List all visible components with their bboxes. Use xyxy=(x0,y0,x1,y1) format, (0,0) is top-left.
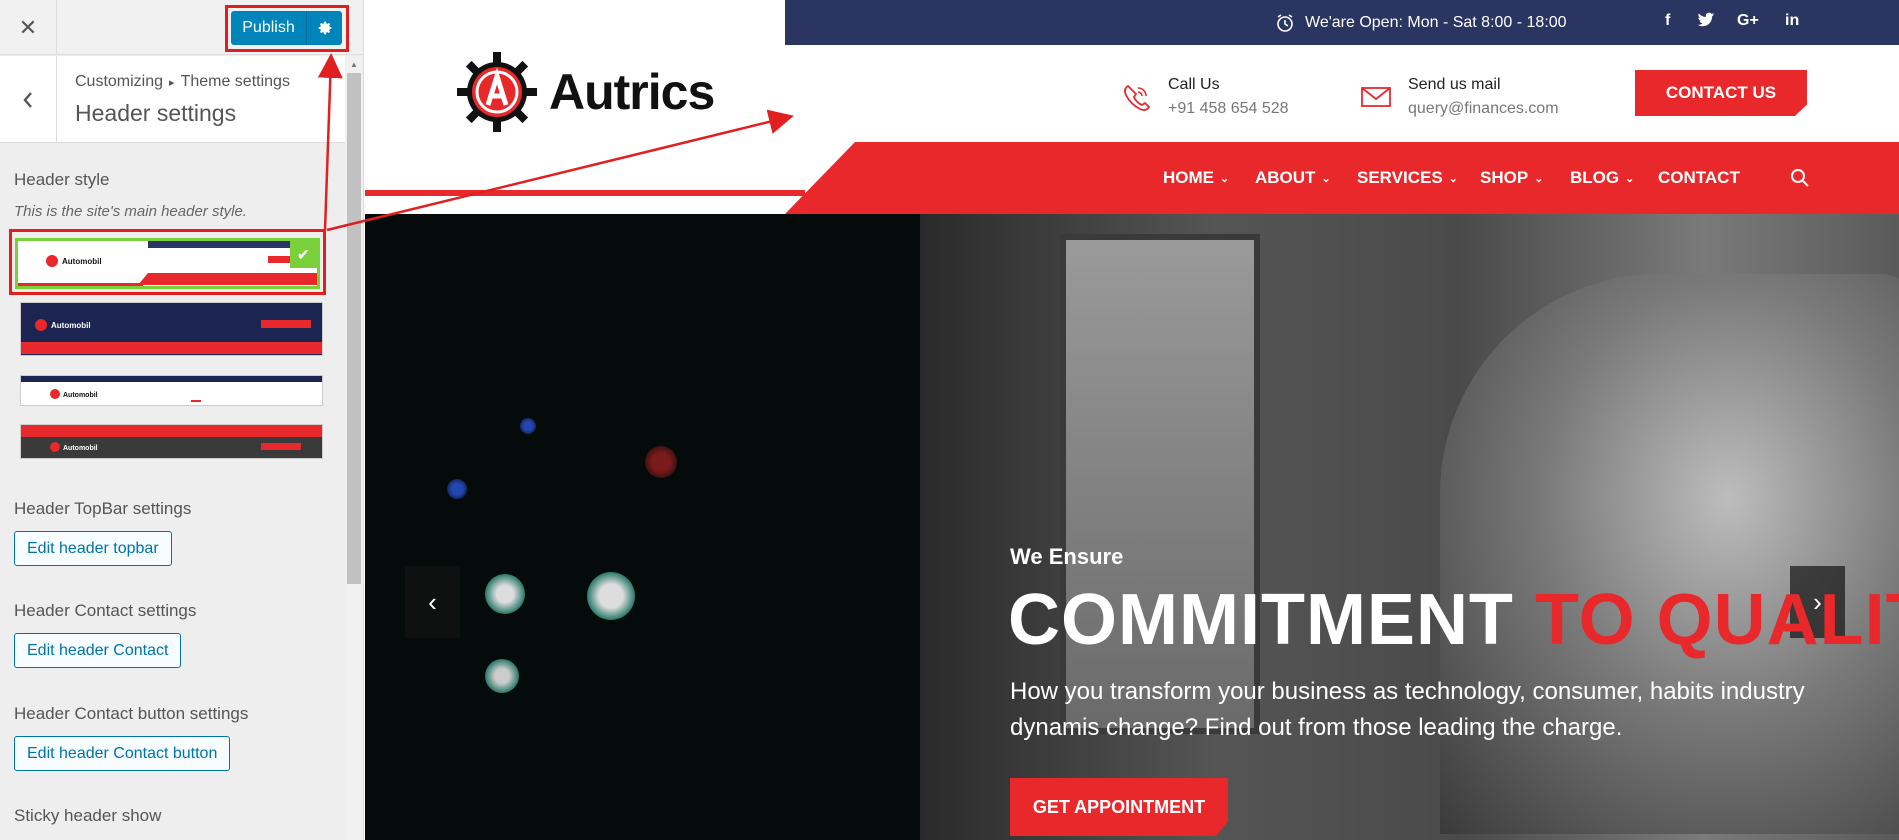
chevron-down-icon: ⌄ xyxy=(1448,172,1458,185)
thumb-logo-1: Automobil xyxy=(62,257,102,266)
hero-left-image xyxy=(365,214,920,840)
chevron-down-icon: ⌄ xyxy=(1534,172,1544,185)
publish-settings-button[interactable] xyxy=(307,11,342,45)
logo-emblem-icon xyxy=(457,52,537,132)
nav-item-about[interactable]: ABOUT ⌄ xyxy=(1255,168,1331,188)
header-style-title: Header style xyxy=(14,170,110,189)
publish-button-group: Publish xyxy=(231,11,342,45)
header-style-preview-3: Automobil xyxy=(21,376,322,405)
nav-stripe xyxy=(365,190,805,196)
chevron-down-icon: ⌄ xyxy=(1625,172,1635,185)
gear-icon xyxy=(318,21,331,35)
sidebar-scroll-thumb[interactable] xyxy=(347,73,361,584)
call-us-block: Call Us +91 458 654 528 xyxy=(1120,76,1289,118)
search-icon xyxy=(1791,169,1809,187)
sticky-header-title: Sticky header show xyxy=(14,806,162,825)
chevron-down-icon: ⌄ xyxy=(1220,172,1230,185)
hero-description: How you transform your business as techn… xyxy=(1010,678,1805,741)
twitter-icon[interactable] xyxy=(1697,12,1715,31)
header-style-preview-2: Automobil xyxy=(21,303,322,355)
nav-label: SERVICES xyxy=(1357,168,1443,187)
site-logo[interactable]: Autrics xyxy=(455,50,715,134)
site-preview: We'are Open: Mon - Sat 8:00 - 18:00 f G+… xyxy=(365,0,1899,840)
edit-header-contact-button-button[interactable]: Edit header Contact button xyxy=(14,736,231,771)
hero-car xyxy=(1440,274,1899,834)
hero-slider: ‹ › We Ensure COMMITMENT TO QUALITY How … xyxy=(365,214,1899,840)
call-us-title: Call Us xyxy=(1168,76,1220,93)
contact-settings-title: Header Contact settings xyxy=(14,601,197,620)
logo-text: Autrics xyxy=(549,64,715,120)
slider-prev-button[interactable]: ‹ xyxy=(405,566,460,638)
hero-title-red: TO QUALITY xyxy=(1534,580,1899,660)
search-button[interactable] xyxy=(1790,168,1810,188)
thumb-logo-2: Automobil xyxy=(51,321,91,330)
alarm-clock-icon xyxy=(1277,14,1293,32)
opening-hours-text: We'are Open: Mon - Sat 8:00 - 18:00 xyxy=(1305,14,1567,31)
topbar-settings-title: Header TopBar settings xyxy=(14,499,192,518)
header-style-option-3[interactable]: Automobil xyxy=(20,375,323,406)
hero-kicker: We Ensure xyxy=(1010,544,1124,569)
panel-header: Customizing ▸ Theme settings Header settin… xyxy=(0,56,345,143)
scroll-up-arrow[interactable]: ▲ xyxy=(350,60,358,69)
nav-item-blog[interactable]: BLOG ⌄ xyxy=(1570,168,1634,188)
edit-header-topbar-button[interactable]: Edit header topbar xyxy=(14,531,172,566)
nav-label: HOME xyxy=(1163,168,1214,187)
phone-icon xyxy=(1124,84,1151,111)
nav-item-home[interactable]: HOME ⌄ xyxy=(1163,168,1229,188)
back-button[interactable] xyxy=(0,56,57,143)
header-style-option-4[interactable]: Automobil xyxy=(20,424,323,459)
main-nav: HOME ⌄ ABOUT ⌄ SERVICES ⌄ SHOP ⌄ BLOG ⌄ CONTA… xyxy=(365,142,1899,214)
close-icon: ✕ xyxy=(18,14,38,40)
chevron-left-icon xyxy=(23,91,32,108)
mail-block: Send us mail query@finances.com xyxy=(1360,76,1559,118)
hero-right-image xyxy=(920,214,1899,840)
nav-label: SHOP xyxy=(1480,168,1529,187)
nav-item-shop[interactable]: SHOP ⌄ xyxy=(1480,168,1543,188)
hero-title-white: COMMITMENT xyxy=(1008,580,1514,660)
thumb-logo-4: Automobil xyxy=(63,445,98,452)
selected-check-icon: ✔ xyxy=(290,241,317,268)
edit-header-contact-button[interactable]: Edit header Contact xyxy=(14,633,182,668)
opening-hours: We'are Open: Mon - Sat 8:00 - 18:00 xyxy=(1275,13,1567,33)
topbar-white-cut xyxy=(365,0,785,45)
chevron-left-icon: ‹ xyxy=(428,586,437,617)
get-appointment-button[interactable]: GET APPOINTMENT xyxy=(1010,778,1228,836)
panel-title: Header settings xyxy=(75,100,237,126)
breadcrumb-separator: ▸ xyxy=(169,77,175,89)
mail-title: Send us mail xyxy=(1408,76,1501,93)
close-customizer-button[interactable]: ✕ xyxy=(0,0,57,55)
customizer-sidebar: ✕ Publish Customizing ▸ Theme settings Hea… xyxy=(0,0,364,840)
header-style-preview-4: Automobil xyxy=(21,425,322,458)
customizer-topbar: ✕ Publish xyxy=(0,0,363,55)
nav-item-services[interactable]: SERVICES ⌄ xyxy=(1357,168,1458,188)
breadcrumb: Customizing ▸ Theme settings xyxy=(75,73,290,91)
envelope-icon xyxy=(1361,87,1391,107)
thumb-logo-3: Automobil xyxy=(63,392,98,399)
header-style-option-2[interactable]: Automobil xyxy=(20,302,323,356)
contact-us-button[interactable]: CONTACT US xyxy=(1635,70,1807,116)
call-us-number[interactable]: +91 458 654 528 xyxy=(1168,100,1289,118)
nav-label: ABOUT xyxy=(1255,168,1316,187)
mail-address[interactable]: query@finances.com xyxy=(1408,100,1559,118)
publish-button[interactable]: Publish xyxy=(231,11,307,45)
nav-item-contact[interactable]: CONTACT xyxy=(1658,168,1740,188)
chevron-down-icon: ⌄ xyxy=(1321,172,1331,185)
header-style-option-1[interactable]: Automobil ✔ xyxy=(15,238,320,289)
hero-title: COMMITMENT TO QUALITY xyxy=(1008,579,1899,661)
header-style-preview-1: Automobil xyxy=(18,241,317,286)
breadcrumb-parent: Theme settings xyxy=(180,73,290,90)
google-plus-icon[interactable]: G+ xyxy=(1737,12,1759,30)
nav-label: CONTACT xyxy=(1658,168,1740,187)
header-style-description: This is the site's main header style. xyxy=(14,203,247,220)
nav-label: BLOG xyxy=(1570,168,1620,187)
linkedin-icon[interactable]: in xyxy=(1785,12,1799,30)
contact-button-settings-title: Header Contact button settings xyxy=(14,704,249,723)
facebook-icon[interactable]: f xyxy=(1665,12,1670,30)
breadcrumb-root: Customizing xyxy=(75,73,164,90)
